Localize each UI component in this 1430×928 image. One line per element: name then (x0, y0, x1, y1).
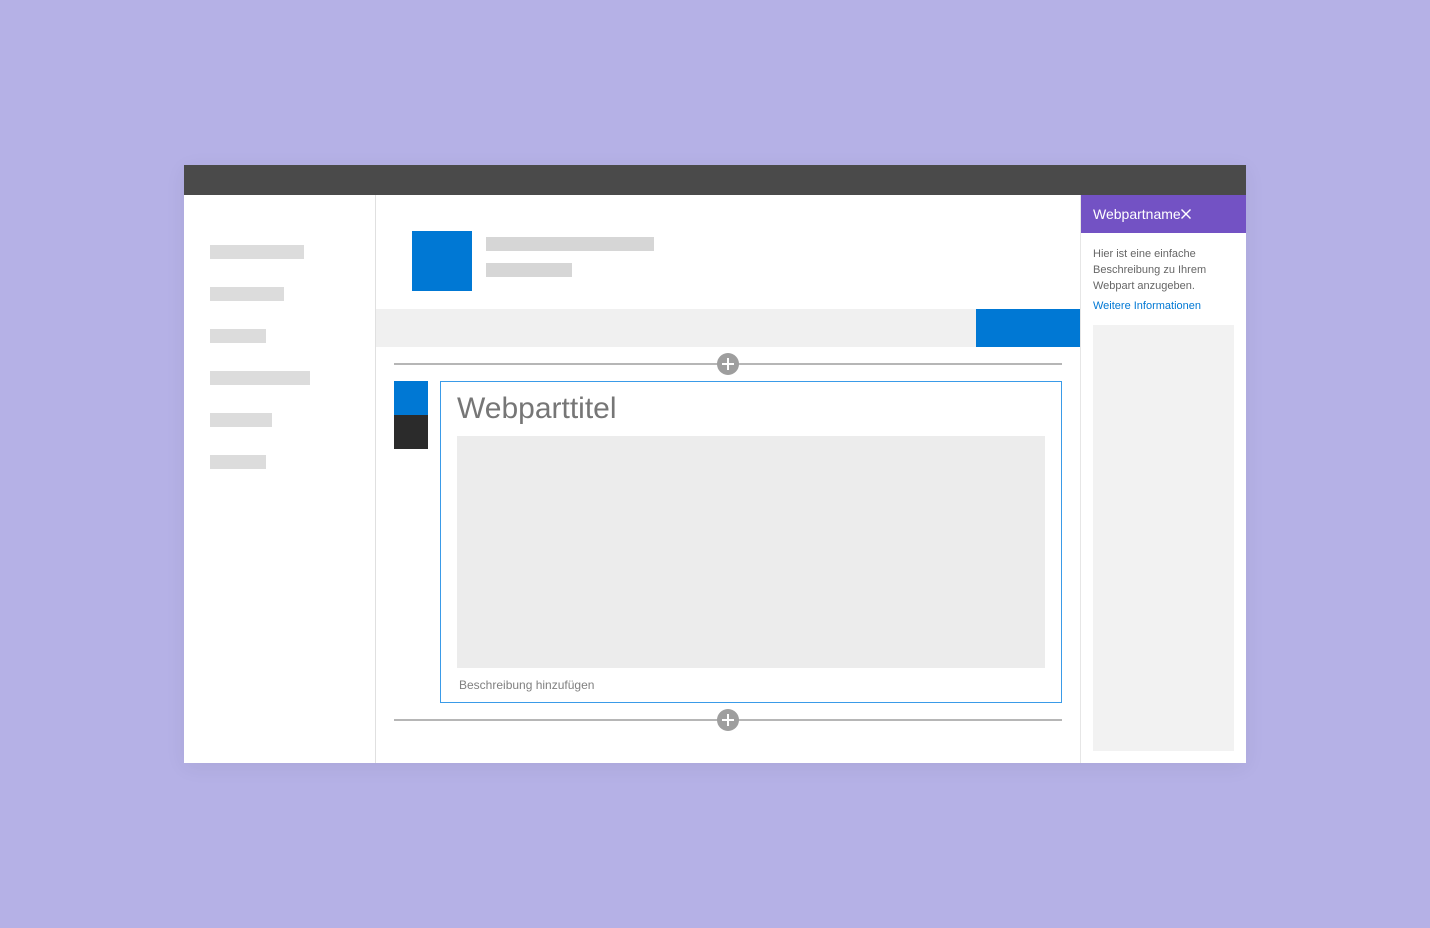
property-pane-description: Hier ist eine einfache Beschreibung zu I… (1093, 248, 1206, 292)
primary-action-button[interactable] (976, 309, 1080, 347)
main-canvas: Webparttitel Beschreibung hinzufügen (376, 195, 1080, 763)
close-icon (1181, 209, 1191, 219)
property-pane-title: Webpartname (1093, 206, 1181, 222)
property-pane-header: Webpartname (1081, 195, 1246, 233)
site-title-placeholder (486, 237, 654, 251)
command-bar (376, 309, 1080, 347)
plus-icon (722, 358, 734, 370)
add-section-button[interactable] (717, 353, 739, 375)
canvas: Webparttitel Beschreibung hinzufügen (376, 347, 1080, 763)
property-pane-fields (1081, 325, 1246, 763)
learn-more-link[interactable]: Weitere Informationen (1093, 299, 1234, 315)
plus-icon (722, 714, 734, 726)
webpart-title-input[interactable]: Webparttitel (457, 392, 1045, 426)
property-fields-placeholder (1093, 325, 1234, 751)
nav-item[interactable] (210, 245, 304, 259)
app-window: Webparttitel Beschreibung hinzufügen Web… (184, 165, 1246, 763)
section-divider-bottom (394, 703, 1062, 737)
section-divider-top (394, 347, 1062, 381)
header-text-placeholder (486, 231, 654, 277)
webpart-content-placeholder[interactable] (457, 436, 1045, 668)
nav-item[interactable] (210, 329, 266, 343)
site-subtitle-placeholder (486, 263, 572, 277)
command-bar-spacer (376, 309, 976, 347)
webpart-row: Webparttitel Beschreibung hinzufügen (394, 381, 1062, 703)
left-nav (184, 195, 376, 763)
nav-item[interactable] (210, 455, 266, 469)
add-section-button[interactable] (717, 709, 739, 731)
app-body: Webparttitel Beschreibung hinzufügen Web… (184, 195, 1246, 763)
nav-item[interactable] (210, 413, 272, 427)
property-pane: Webpartname Hier ist eine einfache Besch… (1080, 195, 1246, 763)
close-pane-button[interactable] (1181, 209, 1236, 219)
nav-item[interactable] (210, 287, 284, 301)
page-header (376, 195, 1080, 309)
webpart[interactable]: Webparttitel Beschreibung hinzufügen (440, 381, 1062, 703)
webpart-description-input[interactable]: Beschreibung hinzufügen (457, 668, 1045, 698)
edit-webpart-button[interactable] (394, 381, 428, 415)
title-bar (184, 165, 1246, 195)
webpart-handle (394, 381, 428, 449)
nav-item[interactable] (210, 371, 310, 385)
site-logo (412, 231, 472, 291)
move-webpart-button[interactable] (394, 415, 428, 449)
property-pane-body: Hier ist eine einfache Beschreibung zu I… (1081, 233, 1246, 325)
